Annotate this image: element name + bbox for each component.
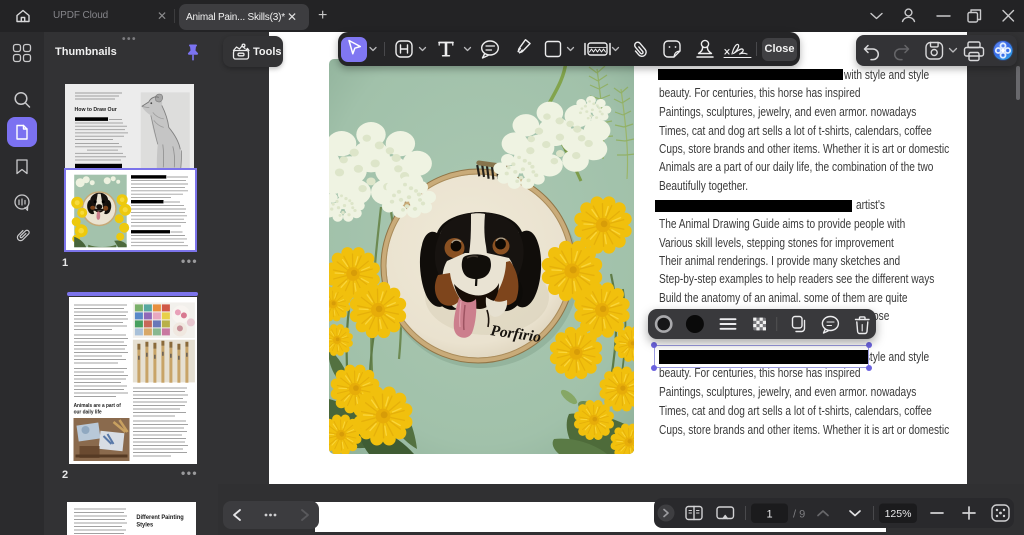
svg-text:125%: 125% [885,508,912,520]
svg-text:How to Draw Our: How to Draw Our [75,107,117,113]
svg-text:1: 1 [766,509,772,521]
svg-text:Different Painting: Different Painting [136,515,184,521]
svg-text:Animals are a part of: Animals are a part of [74,403,122,409]
svg-text:Styles: Styles [136,522,154,528]
svg-text:our daily life: our daily life [74,409,102,415]
svg-text:/ 9: / 9 [793,509,805,521]
